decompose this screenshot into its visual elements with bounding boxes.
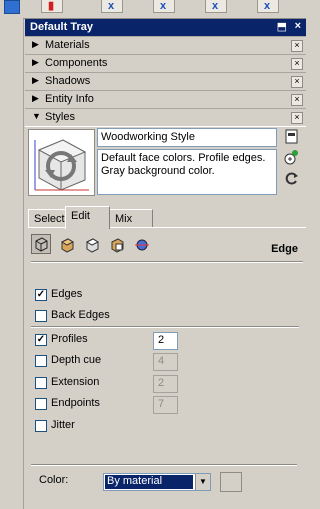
create-style-icon[interactable] <box>283 149 300 166</box>
profiles-value-field[interactable]: 2 <box>153 332 178 350</box>
style-name-field[interactable]: Woodworking Style <box>97 128 277 147</box>
expand-arrow-icon: ▶ <box>32 75 39 85</box>
depth-cue-checkbox[interactable] <box>35 355 47 367</box>
profiles-value: 2 <box>158 334 165 346</box>
toolbar-tool-icon[interactable]: x <box>257 0 279 13</box>
option-label: Profiles <box>51 333 88 345</box>
section-materials[interactable]: ▶ Materials × <box>25 36 306 55</box>
section-label: Entity Info <box>45 93 94 105</box>
extension-value: 2 <box>158 377 165 389</box>
section-shadows[interactable]: ▶ Shadows × <box>25 72 306 91</box>
depth-cue-value: 4 <box>158 355 165 367</box>
option-label: Depth cue <box>51 354 102 366</box>
extension-checkbox[interactable] <box>35 377 47 389</box>
endpoints-checkbox[interactable] <box>35 398 47 410</box>
close-icon[interactable]: × <box>295 20 301 32</box>
color-label: Color: <box>39 474 69 486</box>
refresh-icon[interactable] <box>283 170 300 187</box>
update-style-icon[interactable] <box>283 128 300 145</box>
edit-category-icons: Edge <box>31 234 301 256</box>
tab-edit[interactable]: Edit <box>65 206 110 229</box>
style-description-text: Default face colors. Profile edges. Gray… <box>101 152 266 177</box>
close-icon[interactable]: × <box>291 112 303 124</box>
tab-select[interactable]: Select <box>28 209 66 228</box>
chevron-down-icon[interactable]: ▼ <box>195 474 210 490</box>
depth-cue-value-field: 4 <box>153 353 178 371</box>
close-icon[interactable]: × <box>291 94 303 106</box>
color-dropdown[interactable]: By material ▼ <box>103 473 211 491</box>
color-dropdown-value: By material <box>105 475 193 489</box>
toolbar-tool-icon[interactable]: x <box>205 0 227 13</box>
expand-arrow-icon: ▶ <box>32 57 39 67</box>
option-label: Back Edges <box>51 309 110 321</box>
option-label: Edges <box>51 288 83 300</box>
tab-label: Mix <box>115 213 133 225</box>
section-components[interactable]: ▶ Components × <box>25 54 306 73</box>
edit-panel: Edge ✓ Edges Back Edges ✓ Profiles 2 Dep… <box>28 228 306 509</box>
endpoints-value-field: 7 <box>153 396 178 414</box>
divider <box>31 326 299 328</box>
expand-arrow-icon: ▶ <box>32 39 39 49</box>
style-preview-icon <box>34 139 89 191</box>
close-icon[interactable]: × <box>291 76 303 88</box>
color-swatch[interactable] <box>220 472 242 492</box>
default-tray: Default Tray ⬒ × ▶ Materials × ▶ Compone… <box>25 19 306 509</box>
section-label: Shadows <box>45 75 91 87</box>
toolbar-tool-icon[interactable]: x <box>101 0 123 13</box>
style-thumbnail[interactable] <box>28 129 95 196</box>
section-styles[interactable]: ▼ Styles × <box>25 108 306 127</box>
modeling-settings-icon[interactable] <box>133 236 151 254</box>
background-settings-icon[interactable] <box>83 236 101 254</box>
option-label: Jitter <box>51 419 75 431</box>
close-icon[interactable]: × <box>291 40 303 52</box>
toolbar-tool-icon[interactable]: x <box>153 0 175 13</box>
pin-icon[interactable]: ⬒ <box>277 20 287 33</box>
section-label: Styles <box>45 111 75 123</box>
profiles-checkbox[interactable]: ✓ <box>35 334 47 346</box>
style-name-text: Woodworking Style <box>101 131 195 143</box>
divider <box>31 261 303 263</box>
watermark-settings-icon[interactable] <box>108 236 126 254</box>
section-label: Materials <box>45 39 90 51</box>
tray-title: Default Tray <box>30 21 93 33</box>
endpoints-value: 7 <box>158 398 165 410</box>
color-value-text: By material <box>107 475 163 487</box>
section-entity-info[interactable]: ▶ Entity Info × <box>25 90 306 109</box>
styles-tabs: Select Edit Mix <box>28 206 306 229</box>
collapse-arrow-icon: ▼ <box>32 111 41 121</box>
edges-checkbox[interactable]: ✓ <box>35 289 47 301</box>
paint-icon[interactable]: ▮ <box>41 0 63 13</box>
top-toolbar: ▮ x x x x <box>23 0 306 19</box>
option-label: Extension <box>51 376 100 388</box>
tab-mix[interactable]: Mix <box>109 209 153 228</box>
extension-value-field: 2 <box>153 375 178 393</box>
panel-label: Edge <box>271 243 298 255</box>
left-toolbar-strip <box>0 0 24 509</box>
close-icon[interactable]: × <box>291 58 303 70</box>
divider <box>31 464 297 466</box>
jitter-checkbox[interactable] <box>35 420 47 432</box>
style-description-field[interactable]: Default face colors. Profile edges. Gray… <box>97 149 277 195</box>
face-settings-icon[interactable] <box>58 236 76 254</box>
back-edges-checkbox[interactable] <box>35 310 47 322</box>
section-label: Components <box>45 57 108 69</box>
tab-label: Select <box>34 213 65 225</box>
option-label: Endpoints <box>51 397 100 409</box>
edge-settings-icon[interactable] <box>31 234 51 254</box>
tray-titlebar: Default Tray ⬒ × <box>25 19 306 36</box>
tab-label: Edit <box>71 210 90 222</box>
toolbar-icon[interactable] <box>4 0 20 14</box>
expand-arrow-icon: ▶ <box>32 93 39 103</box>
